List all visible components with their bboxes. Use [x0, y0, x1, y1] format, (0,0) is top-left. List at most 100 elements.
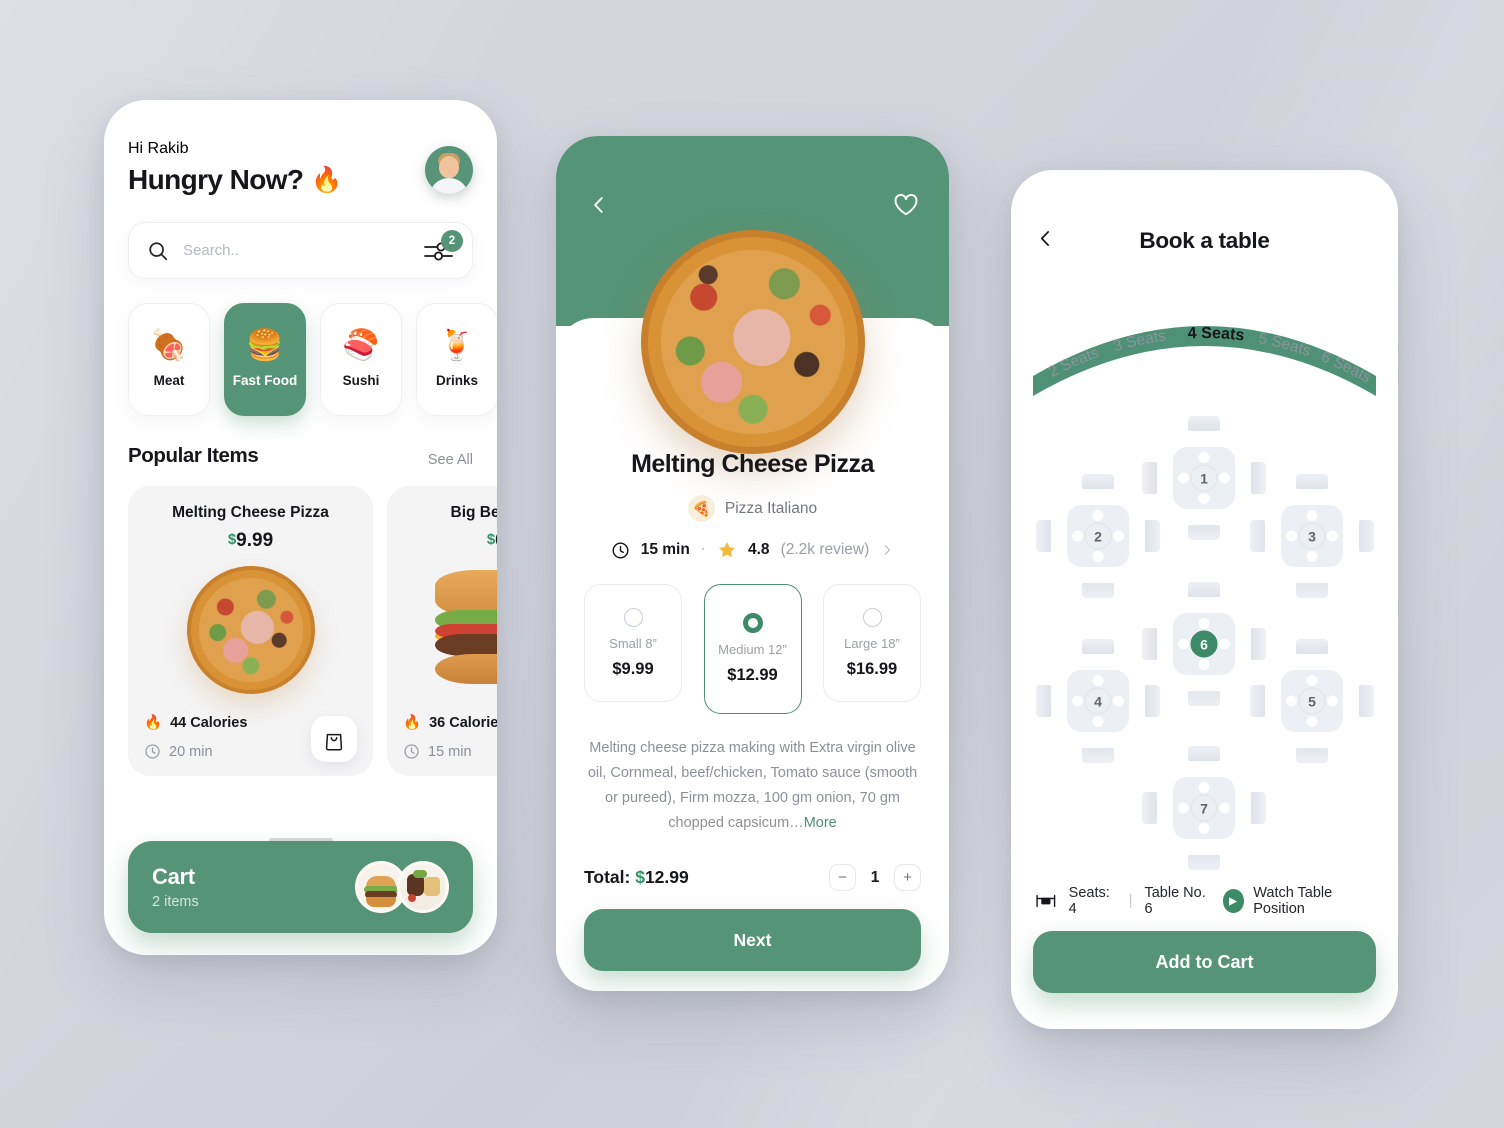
avatar[interactable]: [425, 146, 473, 194]
item-image: [403, 560, 497, 700]
pizza-hero-image: [640, 230, 865, 454]
clock-icon: [145, 744, 160, 759]
radio-icon: [862, 607, 882, 627]
detail-body: Melting Cheese Pizza 🍕 Pizza Italiano 15…: [556, 436, 949, 991]
cart-thumbnails: [355, 861, 449, 913]
size-name: Large 18”: [844, 635, 900, 651]
back-button[interactable]: [582, 188, 616, 222]
chevron-right-icon[interactable]: [880, 543, 894, 557]
table-3[interactable]: 3: [1250, 474, 1374, 598]
increase-quantity-button[interactable]: +: [894, 864, 921, 891]
popular-item-card[interactable]: Big Beef Burger $6.99 🔥 36 Calories 15 m…: [387, 486, 497, 776]
size-price: $9.99: [612, 659, 654, 678]
greeting-text: Hi Rakib: [128, 140, 189, 157]
chevron-left-icon: [594, 197, 603, 213]
item-price: $9.99: [144, 530, 357, 552]
clock-icon: [404, 744, 419, 759]
search-input[interactable]: Search.. 2: [128, 222, 473, 279]
play-icon: [1222, 889, 1245, 913]
calories-label: 36 Calories: [429, 714, 497, 731]
sushi-icon: 🍣: [342, 329, 380, 362]
add-to-cart-button[interactable]: Add to Cart: [1033, 931, 1376, 993]
total-label: Total:: [584, 867, 636, 887]
popular-items-carousel[interactable]: Melting Cheese Pizza $9.99 🔥 44 Calories…: [128, 486, 497, 776]
drinks-icon: 🍹: [438, 329, 476, 362]
seat-label-4: 4 Seats: [1187, 325, 1245, 345]
size-options: Small 8” $9.99 Medium 12” $12.99 Large 1…: [584, 584, 921, 714]
product-stats: 15 min · 4.8 (2.2k review): [584, 540, 921, 560]
total-value: 12.99: [644, 867, 689, 887]
filter-button[interactable]: 2: [424, 229, 463, 262]
item-price: $6.99: [403, 530, 497, 552]
star-icon: [719, 542, 735, 558]
table-seats-icon: [1036, 894, 1056, 908]
popular-section-header: Popular Items See All: [128, 444, 473, 468]
table-4[interactable]: 4: [1036, 639, 1160, 763]
size-price: $12.99: [727, 666, 778, 684]
table-1[interactable]: 1: [1142, 416, 1266, 540]
cart-title: Cart: [152, 864, 195, 889]
item-image: [144, 560, 357, 700]
flame-icon: 🔥: [144, 715, 163, 731]
clock-icon: [612, 542, 629, 558]
price-value: 6.99: [495, 530, 497, 551]
size-option-large[interactable]: Large 18” $16.99: [823, 584, 921, 702]
quantity-value: 1: [870, 868, 880, 886]
more-link[interactable]: More: [804, 815, 837, 831]
popular-item-card[interactable]: Melting Cheese Pizza $9.99 🔥 44 Calories…: [128, 486, 373, 776]
total-row: Total: $12.99 − 1 +: [584, 864, 921, 891]
product-description: Melting cheese pizza making with Extra v…: [584, 736, 921, 836]
pizza-photo: [186, 566, 315, 694]
item-name: Big Beef Burger: [450, 504, 498, 521]
heart-icon: [894, 194, 918, 216]
decrease-quantity-button[interactable]: −: [829, 864, 856, 891]
category-fast-food[interactable]: 🍔 Fast Food: [224, 303, 306, 416]
restaurant-name: Pizza Italiano: [724, 499, 818, 517]
table-number: 1: [1190, 464, 1218, 492]
size-name: Small 8”: [609, 635, 657, 651]
item-name: Melting Cheese Pizza: [172, 504, 329, 521]
restaurant-row: 🍕 Pizza Italiano: [584, 495, 921, 522]
meat-icon: 🍖: [150, 329, 188, 362]
table-6[interactable]: 6: [1142, 582, 1266, 706]
watch-table-position-button[interactable]: Watch Table Position: [1222, 885, 1374, 917]
table-7[interactable]: 7: [1142, 746, 1266, 870]
cart-subtitle: 2 items: [152, 894, 199, 910]
see-all-link[interactable]: See All: [428, 452, 473, 468]
table-map: 1 2 3 6 4 5 7: [1011, 402, 1398, 870]
total-price: Total: $12.99: [584, 867, 689, 888]
page-title: Book a table: [1139, 228, 1270, 253]
section-title: Popular Items: [128, 444, 259, 467]
table-2[interactable]: 2: [1036, 474, 1160, 598]
category-meat[interactable]: 🍖 Meat: [128, 303, 210, 416]
category-sushi[interactable]: 🍣 Sushi: [320, 303, 402, 416]
burger-icon: 🍔: [246, 329, 284, 362]
prep-time: 15 min: [640, 541, 690, 558]
favorite-button[interactable]: [889, 188, 923, 222]
description-text: Melting cheese pizza making with Extra v…: [587, 740, 918, 831]
cart-bar[interactable]: Cart 2 items: [128, 841, 473, 933]
category-label: Drinks: [435, 373, 479, 388]
pizza-icon: 🍕: [687, 495, 715, 522]
fire-icon: 🔥: [311, 165, 342, 194]
booking-info-row: Seats: 4 | Table No. 6 Watch Table Posit…: [1035, 885, 1374, 917]
category-drinks[interactable]: 🍹 Drinks: [416, 303, 497, 416]
currency-symbol: $: [635, 867, 645, 887]
table-5[interactable]: 5: [1250, 639, 1374, 763]
back-button[interactable]: [1035, 228, 1056, 254]
size-option-medium[interactable]: Medium 12” $12.99: [703, 584, 802, 714]
add-to-bag-button[interactable]: [311, 716, 357, 762]
dot-separator: ·: [700, 541, 706, 558]
currency-symbol: $: [227, 531, 237, 548]
radio-icon-selected: [742, 613, 763, 633]
search-icon: [149, 241, 168, 260]
next-button[interactable]: Next: [584, 909, 921, 971]
table-number: 6: [1190, 630, 1218, 658]
info-divider: |: [1128, 893, 1133, 909]
chevron-left-icon: [1040, 231, 1049, 246]
svg-text:2 Seats: 2 Seats: [1046, 344, 1102, 381]
category-list: 🍖 Meat 🍔 Fast Food 🍣 Sushi 🍹 Drinks: [128, 303, 497, 416]
size-option-small[interactable]: Small 8” $9.99: [584, 584, 682, 702]
size-name: Medium 12”: [718, 642, 787, 657]
svg-text:6 Seats: 6 Seats: [1319, 348, 1374, 386]
